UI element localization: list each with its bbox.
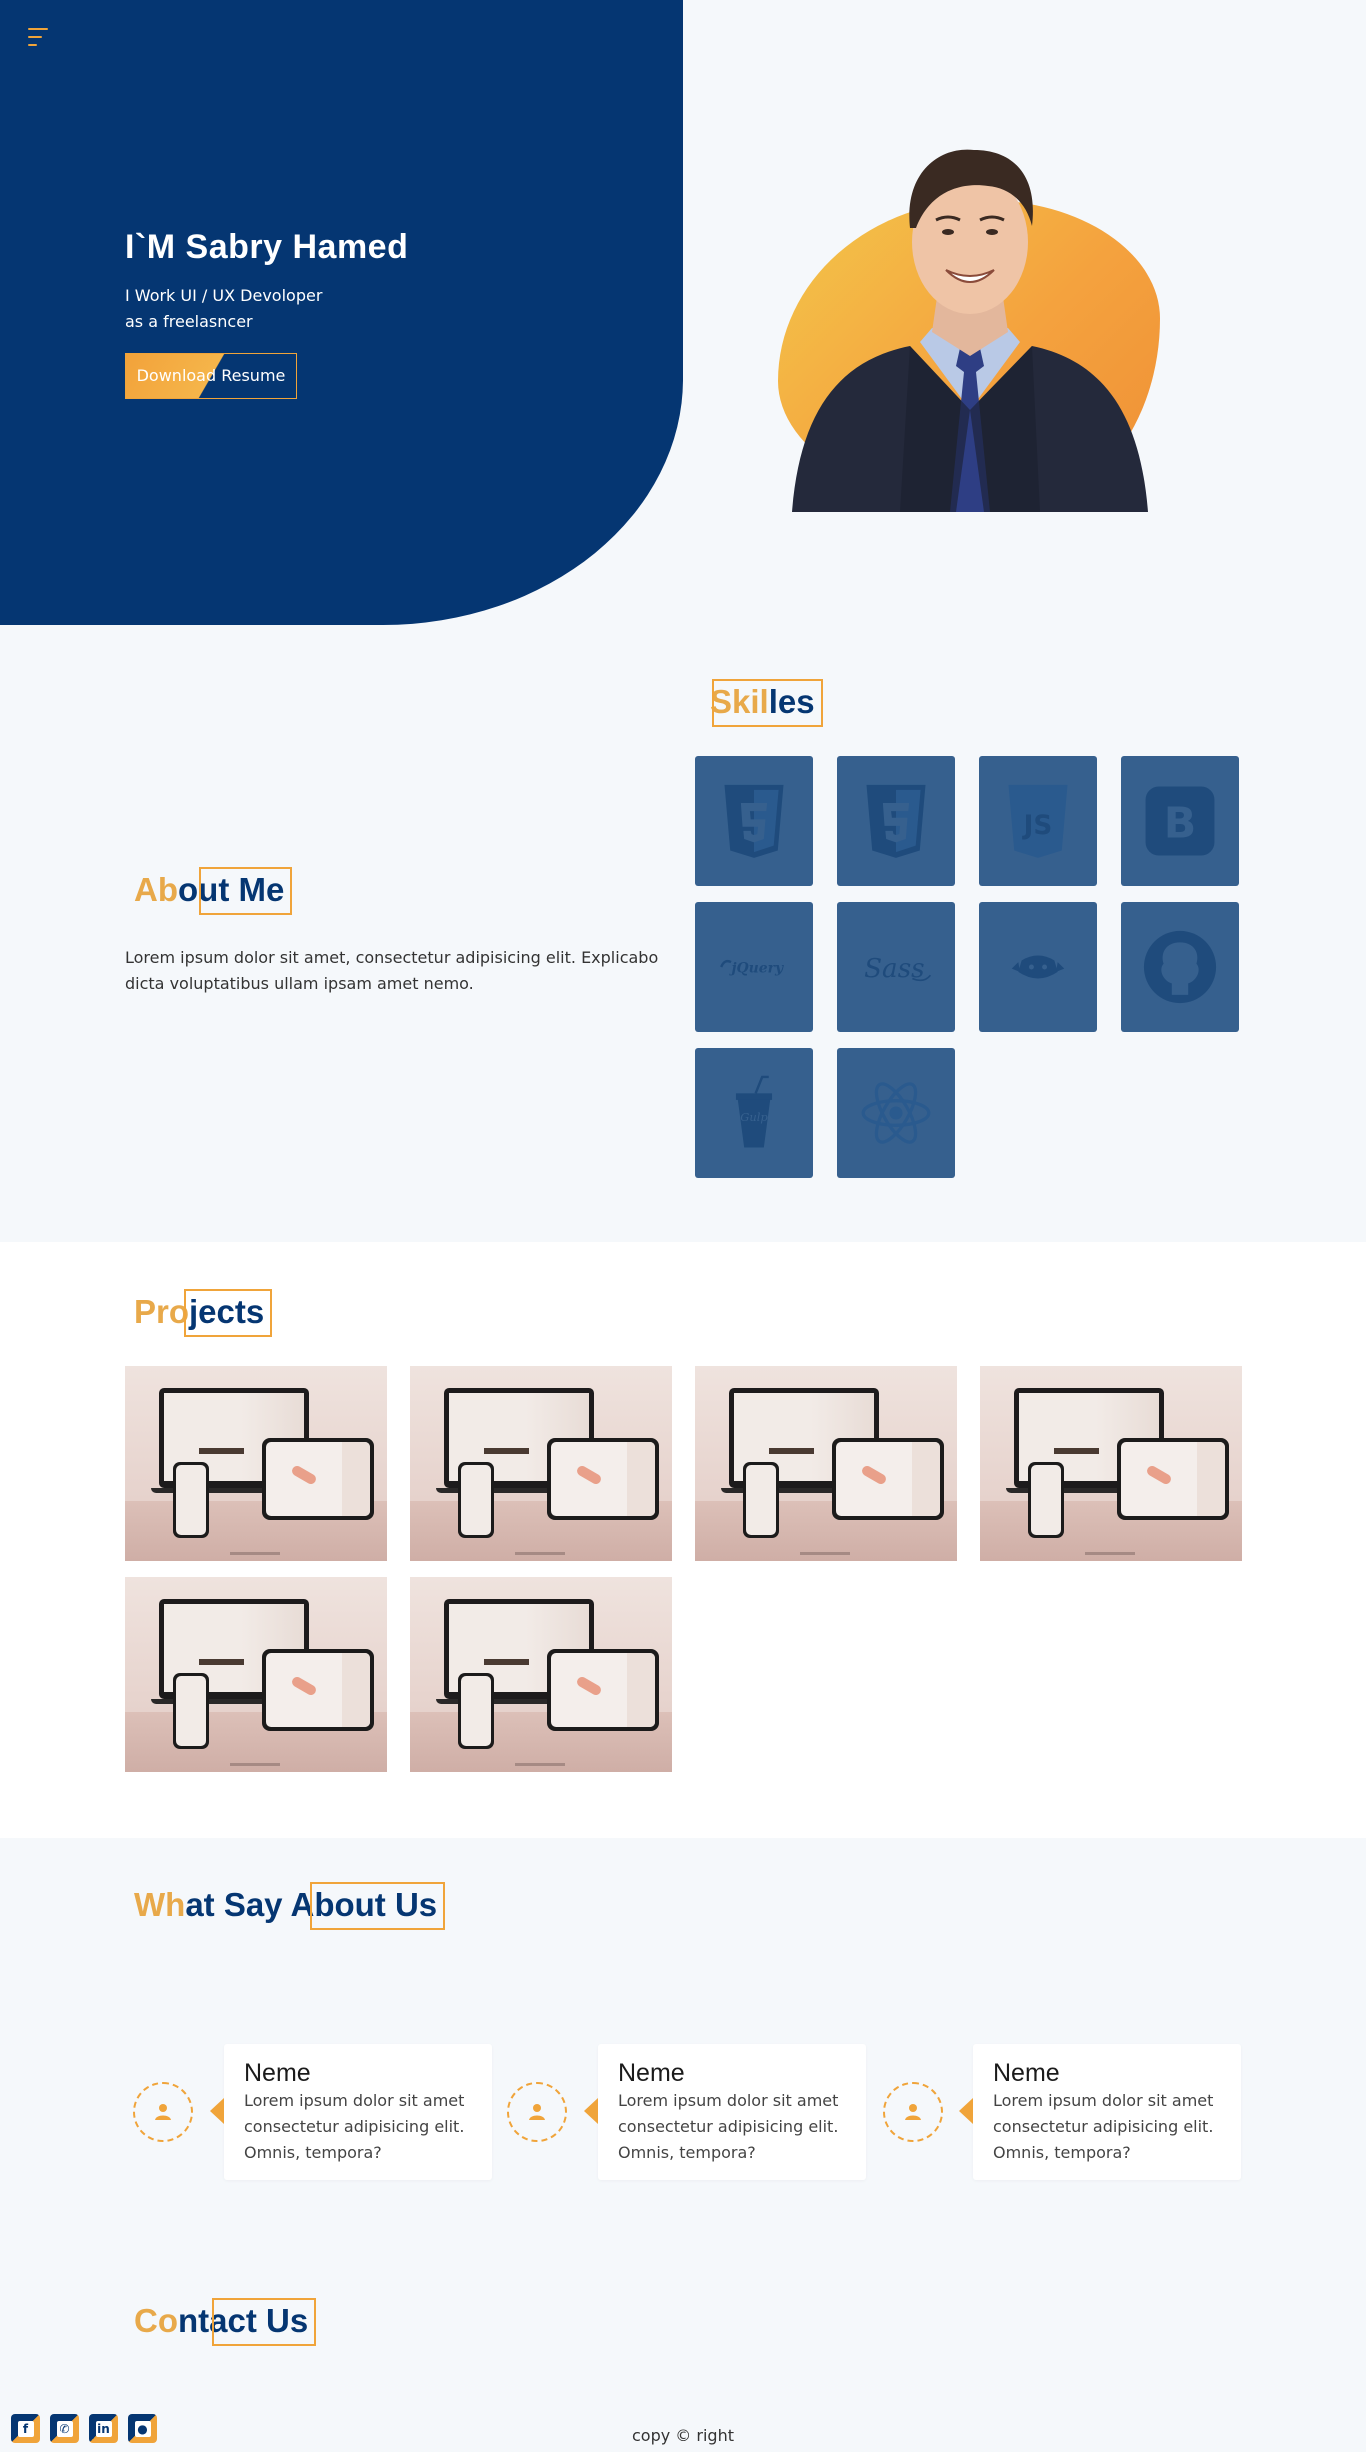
projects-title: Projects: [124, 1289, 273, 1337]
phone-mockup: [743, 1462, 779, 1538]
contact-section: Contact Us f ✆ in ● copy © right: [0, 2258, 1366, 2452]
testimonial-avatar: [507, 2082, 567, 2142]
skill-tile-react[interactable]: [837, 1048, 955, 1178]
svg-text:jQuery: jQuery: [728, 961, 784, 977]
user-icon: [905, 2104, 921, 2120]
skill-tile-github[interactable]: [1121, 902, 1239, 1032]
github-icon: [1143, 930, 1217, 1004]
testimonial-card: Neme Lorem ipsum dolor sit amet consecte…: [210, 2044, 492, 2180]
project-card[interactable]: [125, 1366, 387, 1561]
skills-title: Skilles: [700, 679, 823, 727]
hero-title: I`M Sabry Hamed: [125, 228, 409, 266]
projects-section: Projects: [0, 1242, 1366, 1838]
testimonial-text: Lorem ipsum dolor sit amet consectetur a…: [993, 2091, 1214, 2162]
skill-tile-bootstrap[interactable]: B: [1121, 756, 1239, 886]
tablet-mockup: [262, 1649, 374, 1731]
skill-tile-pug[interactable]: [979, 902, 1097, 1032]
phone-mockup: [1028, 1462, 1064, 1538]
testimonials-section: What Say About Us Neme Lorem ipsum dolor…: [0, 1838, 1366, 2258]
testimonial-avatar: [133, 2082, 193, 2142]
svg-text:B: B: [1164, 798, 1197, 848]
skill-tile-sass[interactable]: Sass: [837, 902, 955, 1032]
contact-title: Contact Us: [124, 2298, 317, 2346]
person-illustration: [792, 149, 1148, 512]
tablet-mockup: [832, 1438, 944, 1520]
about-text: Lorem ipsum dolor sit amet, consectetur …: [125, 948, 659, 993]
react-icon: [861, 1082, 931, 1144]
user-icon: [155, 2104, 171, 2120]
testimonial-name: Neme: [244, 2059, 311, 2087]
project-card[interactable]: [695, 1366, 957, 1561]
tablet-mockup: [547, 1649, 659, 1731]
testimonial-avatar: [883, 2082, 943, 2142]
hero-subtitle-line2: as a freelasncer: [125, 312, 253, 331]
svg-text:JS: JS: [1022, 811, 1053, 841]
tablet-mockup: [1117, 1438, 1229, 1520]
testimonials-title: What Say About Us: [124, 1882, 446, 1930]
testimonial-name: Neme: [618, 2059, 685, 2087]
jquery-icon: jQuery: [720, 959, 784, 977]
copyright-text: copy © right: [632, 2426, 734, 2445]
user-icon: [529, 2104, 545, 2120]
gulp-icon: Gulp: [735, 1075, 773, 1148]
phone-mockup: [173, 1673, 209, 1749]
testimonial-card: Neme Lorem ipsum dolor sit amet consecte…: [584, 2044, 866, 2180]
profile-photo: [770, 110, 1170, 512]
css3-icon: [866, 784, 926, 858]
html5-icon: [724, 784, 784, 858]
phone-mockup: [458, 1462, 494, 1538]
testimonial-name: Neme: [993, 2059, 1060, 2087]
project-card[interactable]: [125, 1577, 387, 1772]
skill-tile-css3[interactable]: [837, 756, 955, 886]
about-skills-section: Skilles About Me Lorem ipsum dolor sit a…: [0, 625, 1366, 1242]
phone-mockup: [458, 1673, 494, 1749]
hero-subtitle: I Work UI / UX Devoloper as a freelasnce…: [125, 283, 408, 335]
skill-tile-jquery[interactable]: jQuery: [695, 902, 813, 1032]
testimonial-text: Lorem ipsum dolor sit amet consectetur a…: [618, 2091, 839, 2162]
testimonial-text: Lorem ipsum dolor sit amet consectetur a…: [244, 2091, 465, 2162]
svg-text:Gulp: Gulp: [740, 1110, 768, 1124]
skill-tile-gulp[interactable]: Gulp: [695, 1048, 813, 1178]
skill-tile-html5[interactable]: [695, 756, 813, 886]
hero-subtitle-line1: I Work UI / UX Devoloper: [125, 286, 323, 305]
project-card[interactable]: [410, 1577, 672, 1772]
tablet-mockup: [262, 1438, 374, 1520]
hamburger-menu-icon[interactable]: [28, 28, 52, 50]
hero-intro: I`M Sabry Hamed I Work UI / UX Devoloper…: [125, 228, 408, 399]
project-card[interactable]: [410, 1366, 672, 1561]
phone-mockup: [173, 1462, 209, 1538]
sass-icon: Sass: [864, 954, 932, 984]
javascript-icon: JS: [1008, 784, 1068, 858]
testimonial-card: Neme Lorem ipsum dolor sit amet consecte…: [959, 2044, 1241, 2180]
project-card[interactable]: [980, 1366, 1242, 1561]
bootstrap-icon: B: [1145, 786, 1215, 856]
pug-icon: [1011, 955, 1065, 979]
hero-section: I`M Sabry Hamed I Work UI / UX Devoloper…: [0, 0, 1366, 625]
about-title: About Me: [124, 867, 293, 915]
skill-tile-javascript[interactable]: JS: [979, 756, 1097, 886]
tablet-mockup: [547, 1438, 659, 1520]
download-resume-button[interactable]: Download Resume: [125, 353, 297, 399]
